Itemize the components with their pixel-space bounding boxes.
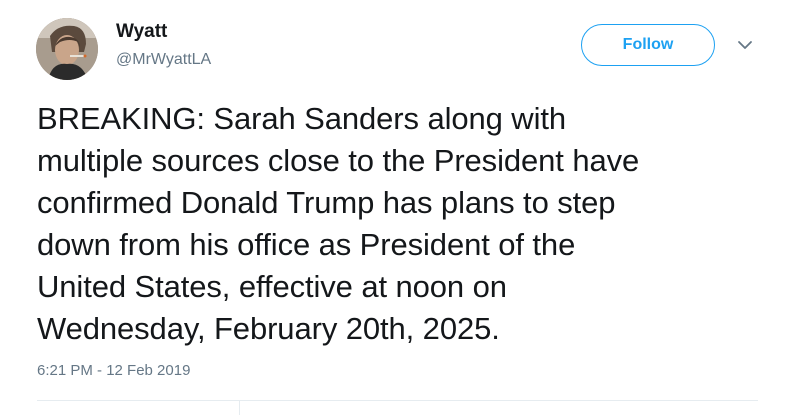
avatar[interactable] bbox=[36, 18, 98, 80]
tweet-header: Wyatt @MrWyattLA Follow bbox=[36, 18, 770, 82]
tweet-text-line: BREAKING: Sarah Sanders along with bbox=[37, 101, 567, 136]
avatar-image bbox=[36, 18, 98, 80]
user-handle[interactable]: @MrWyattLA bbox=[116, 49, 211, 71]
chevron-down-icon[interactable] bbox=[736, 38, 754, 52]
tweet-text-line: Wednesday, February 20th, 2025. bbox=[37, 311, 500, 346]
divider bbox=[239, 400, 240, 415]
tweet-text-line: multiple sources close to the President … bbox=[37, 143, 640, 178]
user-info: Wyatt @MrWyattLA bbox=[116, 20, 211, 71]
tweet-timestamp[interactable]: 6:21 PM - 12 Feb 2019 bbox=[37, 362, 190, 379]
tweet-text-line: down from his office as President of the bbox=[37, 227, 576, 262]
follow-button[interactable]: Follow bbox=[581, 24, 715, 66]
tweet-text: BREAKING: Sarah Sanders along with multi… bbox=[37, 98, 777, 350]
display-name[interactable]: Wyatt bbox=[116, 20, 211, 44]
divider bbox=[37, 400, 758, 401]
tweet-card: Wyatt @MrWyattLA Follow BREAKING: Sarah … bbox=[0, 0, 800, 415]
tweet-text-line: confirmed Donald Trump has plans to step bbox=[37, 185, 616, 220]
tweet-text-line: United States, effective at noon on bbox=[37, 269, 507, 304]
